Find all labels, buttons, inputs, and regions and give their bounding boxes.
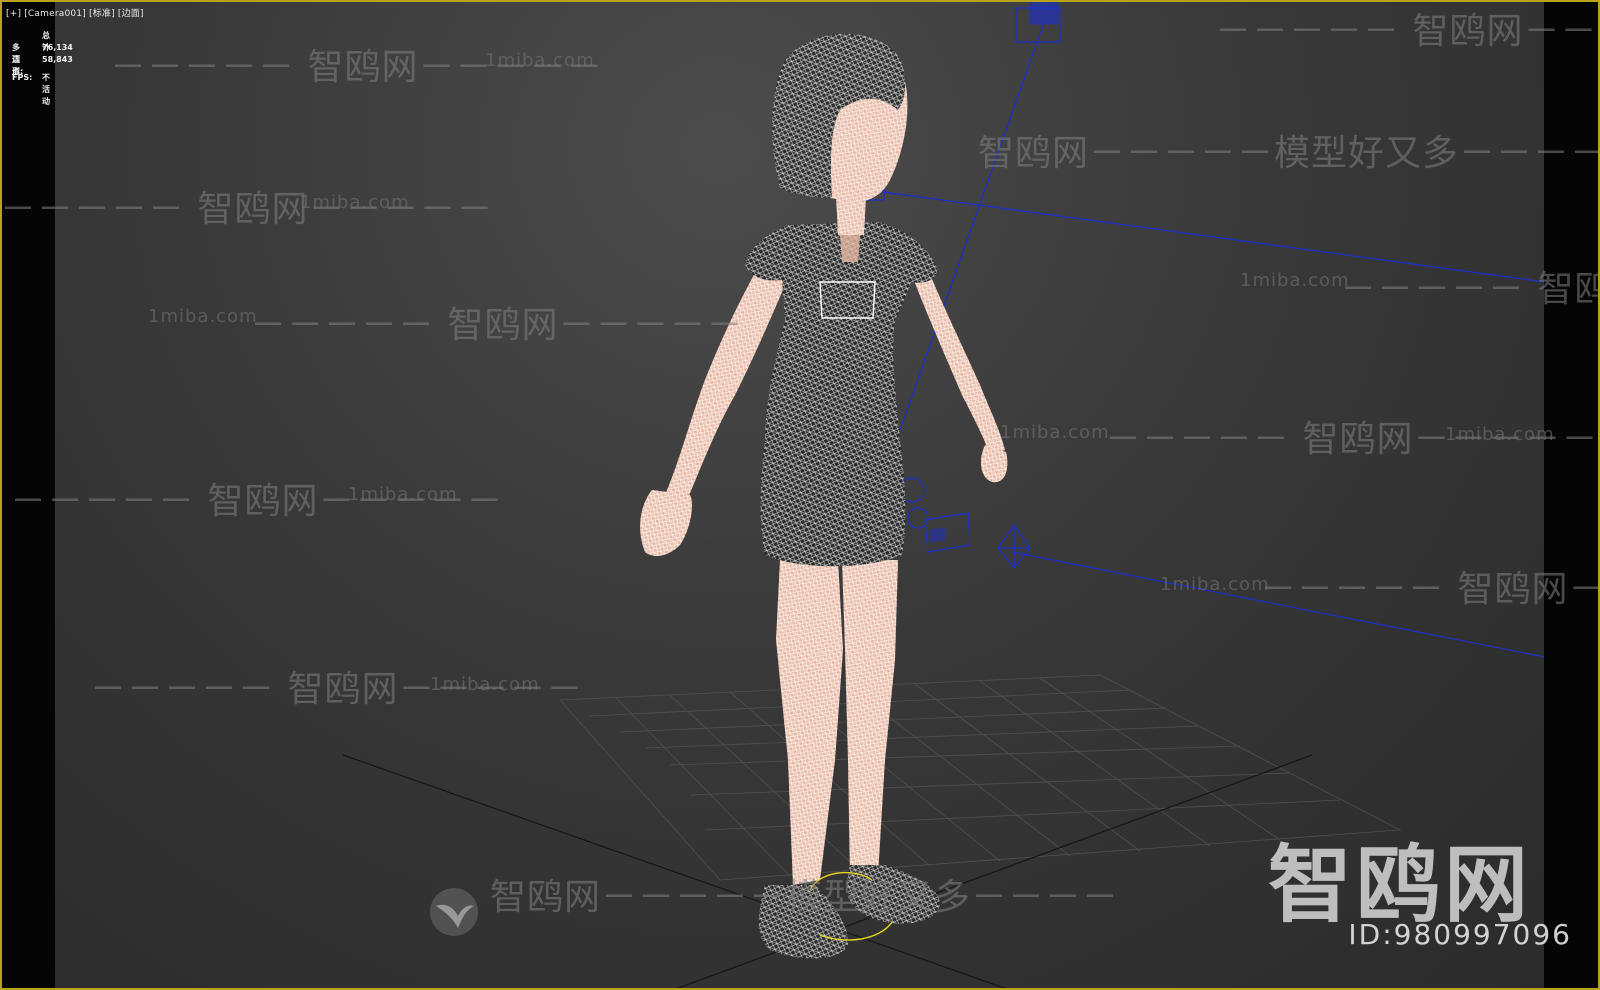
watermark-text: 1miba.com [348,484,458,505]
watermark-text: 1miba.com [430,674,540,695]
watermark-text: －－－－－ 智鸥网－－－－－ [1340,269,1600,310]
camera-viewport[interactable]: [+] [Camera001] [标准] [边面] 总计 多边形: 76,134… [0,0,1600,990]
fps-label: FPS: [12,73,33,82]
watermark-text: 智鸥网－－－－－模型好又多－－－－ [978,133,1600,174]
watermark-text: 1miba.com [300,192,410,213]
brand-bird-icon [430,888,478,936]
fps-value: 不活动 [42,73,50,106]
watermark-text: －－－－－ 智鸥网－－－－－ [1215,11,1600,52]
watermark-text: 1miba.com [1445,424,1555,445]
watermark-text: 1miba.com [1000,422,1110,443]
watermark-text: 1miba.com [148,306,258,327]
watermark-text: －－－－－ 智鸥网－－－－－ [250,305,744,346]
brand-id-text: ID:980997096 [1348,918,1572,951]
vertex-count-value: 58,843 [42,55,73,64]
watermark-text: －－－－－ 智鸥网－－－－－ [1260,569,1600,610]
watermark-text: 1miba.com [1160,574,1270,595]
viewport-label-menu[interactable]: [+] [Camera001] [标准] [边面] [6,6,144,19]
camera-helper [865,1,1546,658]
watermark-text: 智鸥网－－－－－模型好又多－－－－ [490,877,1120,918]
polygon-count-value: 76,134 [42,43,73,52]
character-model [640,33,1008,959]
watermark-text: －－－－－ 智鸥网－－－－－ [0,189,494,230]
watermark-text: 1miba.com [1240,270,1350,291]
watermark-text: 1miba.com [485,50,595,71]
